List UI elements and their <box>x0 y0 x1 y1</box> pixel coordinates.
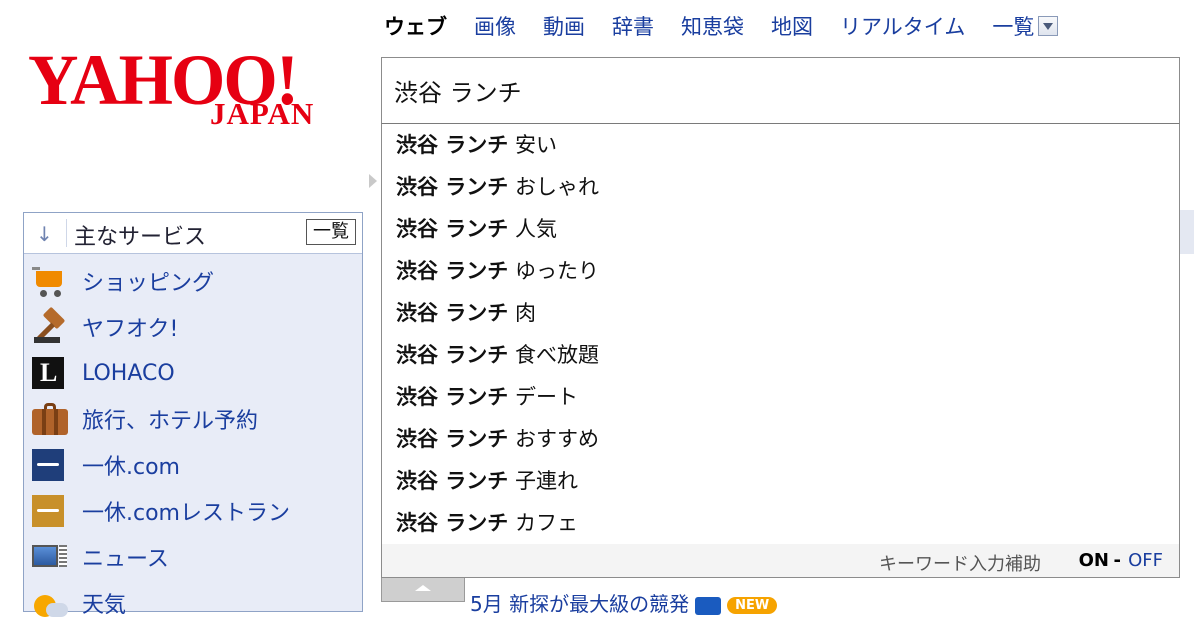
sidebar-item-label: LOHACO <box>82 360 175 386</box>
logo-subtitle: JAPAN <box>210 96 315 131</box>
right-panel-edge <box>1180 210 1194 254</box>
keyword-assist-footer: キーワード入力補助 ON - OFF <box>382 544 1179 577</box>
sidebar-item-ikyu-restaurant[interactable]: 一休.comレストラン <box>32 491 290 531</box>
sidebar-item-label: ヤフオク! <box>82 317 179 342</box>
assist-on-toggle[interactable]: ON <box>1079 550 1109 571</box>
lohaco-icon <box>32 357 64 389</box>
sidebar-item-label: 旅行、ホテル予約 <box>82 409 259 434</box>
weather-icon <box>32 585 68 621</box>
services-list-button[interactable]: 一覧 <box>306 219 356 245</box>
suggestion-item[interactable]: 渋谷 ランチ おしゃれ <box>396 166 599 208</box>
search-box <box>381 57 1180 124</box>
pointer-arrow-icon <box>369 174 377 188</box>
news-headline[interactable]: 5月 新探が最大級の競発 NEW <box>470 588 778 617</box>
suggestion-item[interactable]: 渋谷 ランチ ゆったり <box>396 250 599 292</box>
suggestion-item[interactable]: 渋谷 ランチ 子連れ <box>396 460 578 502</box>
tab-chiebukuro[interactable]: 知恵袋 <box>681 11 744 41</box>
sidebar-header: ↓ 主なサービス 一覧 <box>24 213 362 254</box>
tab-images[interactable]: 画像 <box>474 11 516 41</box>
header-divider <box>66 219 67 247</box>
suggestion-item[interactable]: 渋谷 ランチ おすすめ <box>396 418 599 460</box>
camera-icon <box>695 596 722 615</box>
keyword-assist-label: キーワード入力補助 <box>879 554 1041 575</box>
suggestion-item[interactable]: 渋谷 ランチ 人気 <box>396 208 557 250</box>
ikyu-restaurant-icon <box>32 495 64 527</box>
tab-more[interactable]: 一覧 <box>992 11 1059 41</box>
tab-web[interactable]: ウェブ <box>384 11 447 41</box>
assist-separator: - <box>1113 550 1121 571</box>
search-input[interactable] <box>394 72 1154 108</box>
tab-map[interactable]: 地図 <box>771 11 813 41</box>
assist-off-link[interactable]: OFF <box>1128 550 1163 571</box>
travel-bag-icon <box>32 401 68 437</box>
sidebar-item-news[interactable]: ニュース <box>32 537 169 577</box>
sidebar-item-label: ニュース <box>82 547 169 572</box>
suggestion-item[interactable]: 渋谷 ランチ デート <box>396 376 578 418</box>
new-badge: NEW <box>727 597 778 614</box>
news-icon <box>32 539 68 575</box>
sidebar-item-label: 一休.com <box>82 455 180 480</box>
sidebar-item-travel[interactable]: 旅行、ホテル予約 <box>32 399 258 439</box>
ikyu-icon <box>32 449 64 481</box>
arrow-down-icon[interactable]: ↓ <box>36 222 53 246</box>
tab-video[interactable]: 動画 <box>543 11 585 41</box>
tab-realtime[interactable]: リアルタイム <box>840 11 965 41</box>
sidebar-item-label: 一休.comレストラン <box>82 501 290 526</box>
sidebar-item-weather[interactable]: 天気 <box>32 583 126 623</box>
collapse-suggestions-button[interactable] <box>381 578 465 602</box>
chevron-down-icon[interactable] <box>1038 16 1059 36</box>
tab-more-label: 一覧 <box>992 15 1035 39</box>
news-headline-text: 5月 新探が最大級の競発 <box>470 592 690 616</box>
sidebar-item-lohaco[interactable]: LOHACO <box>32 353 175 393</box>
search-vertical-tabs: ウェブ 画像 動画 辞書 知恵袋 地図 リアルタイム 一覧 <box>384 10 1059 42</box>
sidebar-item-ikyu[interactable]: 一休.com <box>32 445 180 485</box>
sidebar-item-shopping[interactable]: ショッピング <box>32 261 214 301</box>
yahoo-japan-logo[interactable]: YAHOO! JAPAN <box>28 44 340 134</box>
suggestion-item[interactable]: 渋谷 ランチ 肉 <box>396 292 536 334</box>
sidebar-item-auction[interactable]: ヤフオク! <box>32 306 179 347</box>
search-suggestions-dropdown: 渋谷 ランチ 安い 渋谷 ランチ おしゃれ 渋谷 ランチ 人気 渋谷 ランチ ゆ… <box>381 124 1180 578</box>
tab-dictionary[interactable]: 辞書 <box>612 11 654 41</box>
suggestion-item[interactable]: 渋谷 ランチ 安い <box>396 124 557 166</box>
suggestion-item[interactable]: 渋谷 ランチ 食べ放題 <box>396 334 599 376</box>
shopping-cart-icon <box>32 263 68 299</box>
sidebar-title: 主なサービス <box>74 225 207 250</box>
main-services-sidebar: ↓ 主なサービス 一覧 ショッピング ヤフオク! LOHACO 旅行、ホテル予約… <box>23 212 363 618</box>
sidebar-item-label: 天気 <box>82 593 127 618</box>
auction-gavel-icon <box>32 306 68 345</box>
sidebar-item-label: ショッピング <box>82 271 215 296</box>
suggestion-item[interactable]: 渋谷 ランチ カフェ <box>396 502 578 544</box>
